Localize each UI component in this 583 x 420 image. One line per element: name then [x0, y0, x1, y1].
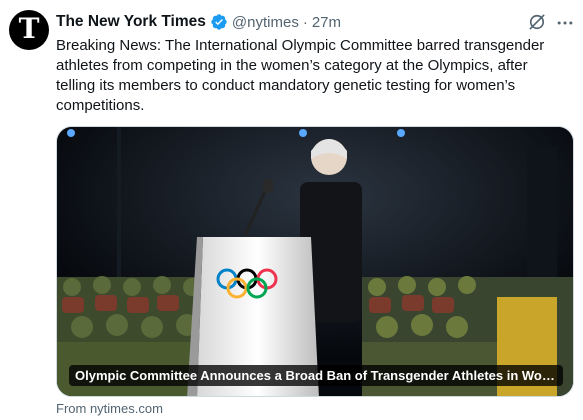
tweet-timestamp[interactable]: 27m: [312, 14, 341, 31]
author-display-name[interactable]: The New York Times: [56, 13, 206, 31]
card-caption: Olympic Committee Announces a Broad Ban …: [69, 365, 563, 386]
avatar[interactable]: T: [9, 10, 49, 50]
verified-badge-icon[interactable]: [210, 13, 228, 31]
author-handle[interactable]: @nytimes: [232, 14, 299, 31]
grok-icon[interactable]: [527, 12, 547, 32]
more-icon[interactable]: [555, 13, 575, 33]
link-source[interactable]: From nytimes.com: [56, 401, 163, 416]
header-separator: ·: [302, 13, 308, 31]
nyt-logo-glyph: T: [18, 12, 40, 45]
link-card[interactable]: Olympic Committee Announces a Broad Ban …: [56, 126, 574, 397]
tweet-text: Breaking News: The International Olympic…: [56, 37, 545, 114]
card-image: [57, 127, 573, 396]
tweet-header: The New York Times @nytimes · 27m: [56, 11, 341, 33]
